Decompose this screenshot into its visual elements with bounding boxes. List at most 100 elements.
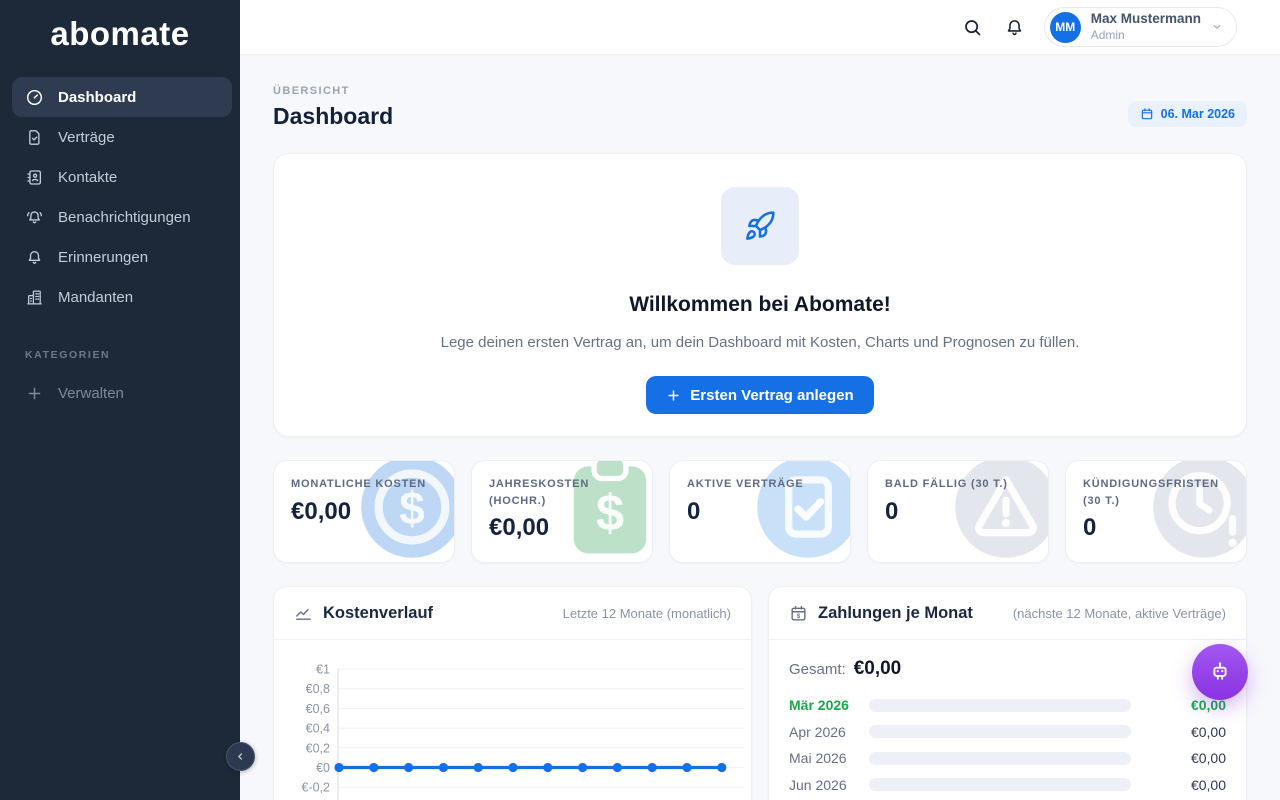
- sidebar-item-dashboard[interactable]: Dashboard: [12, 77, 232, 117]
- sidebar-item-label: Benachrichtigungen: [58, 209, 191, 226]
- payments-subtitle: (nächste 12 Monate, aktive Verträge): [1013, 606, 1226, 621]
- sidebar-item-label: Kontakte: [58, 169, 117, 186]
- notifications-button[interactable]: [994, 6, 1036, 48]
- sidebar-nav: Dashboard Verträge Kontakte Benachrichti…: [0, 77, 240, 317]
- building-icon: [25, 288, 44, 307]
- svg-text:$: $: [797, 613, 801, 619]
- svg-text:€0: €0: [316, 761, 330, 775]
- welcome-title: Willkommen bei Abomate!: [629, 293, 891, 317]
- payment-bar: [869, 699, 1131, 712]
- date-badge: 06. Mar 2026: [1128, 101, 1247, 127]
- sidebar-item-label: Mandanten: [58, 289, 133, 306]
- stat-value: €0,00: [489, 514, 635, 542]
- cost-chart-card: Kostenverlauf Letzte 12 Monate (monatlic…: [273, 586, 752, 800]
- sidebar-collapse-button[interactable]: [226, 742, 255, 771]
- stat-card-5: KÜNDIGUNGSFRISTEN (30 T.) 0: [1065, 460, 1247, 563]
- main-area: MM Max Mustermann Admin ÜBERSICHT Dashbo…: [240, 0, 1280, 800]
- sidebar-item-vertraege[interactable]: Verträge: [12, 117, 232, 157]
- bell-ring-icon: [25, 208, 44, 227]
- payment-bar: [869, 778, 1131, 791]
- stat-value: 0: [1083, 514, 1229, 542]
- contacts-icon: [25, 168, 44, 187]
- payment-month: Mai 2026: [789, 750, 861, 766]
- page-title: Dashboard: [273, 103, 393, 130]
- date-text: 06. Mar 2026: [1161, 107, 1235, 121]
- payments-rows: Mär 2026 €0,00 Apr 2026 €0,00 Mai 2026 €…: [789, 695, 1226, 795]
- stat-value: 0: [885, 498, 1031, 526]
- payment-bar: [869, 752, 1131, 765]
- content: ÜBERSICHT Dashboard 06. Mar 2026 Willkom…: [240, 55, 1280, 800]
- svg-text:€0,2: €0,2: [306, 741, 330, 755]
- payment-value: €0,00: [1191, 750, 1226, 766]
- stat-label: KÜNDIGUNGSFRISTEN (30 T.): [1083, 476, 1229, 509]
- bell-icon: [25, 248, 44, 267]
- search-icon: [962, 17, 983, 38]
- sidebar-item-label: Verwalten: [58, 385, 124, 402]
- svg-text:€0,8: €0,8: [306, 682, 330, 696]
- calendar-icon: [1140, 107, 1154, 121]
- payment-value: €0,00: [1191, 724, 1226, 740]
- sidebar-item-kontakte[interactable]: Kontakte: [12, 157, 232, 197]
- chevron-down-icon: [1211, 21, 1223, 33]
- search-button[interactable]: [952, 6, 994, 48]
- payments-total-label: Gesamt:: [789, 661, 846, 678]
- stat-card-2: $ JAHRESKOSTEN (HOCHR.) €0,00: [471, 460, 653, 563]
- contract-icon: [25, 128, 44, 147]
- plus-icon: [666, 388, 681, 403]
- sidebar-item-mandanten[interactable]: Mandanten: [12, 277, 232, 317]
- robot-icon: [1207, 659, 1233, 685]
- charts-row: Kostenverlauf Letzte 12 Monate (monatlic…: [273, 586, 1247, 800]
- page-eyebrow: ÜBERSICHT: [273, 85, 393, 97]
- bell-icon: [1004, 17, 1025, 38]
- ai-assistant-fab[interactable]: [1192, 644, 1248, 700]
- payments-total-value: €0,00: [854, 658, 902, 680]
- sidebar-item-label: Erinnerungen: [58, 249, 148, 266]
- sidebar-item-benachrichtigungen[interactable]: Benachrichtigungen: [12, 197, 232, 237]
- payments-card: $ Zahlungen je Monat (nächste 12 Monate,…: [768, 586, 1247, 800]
- svg-text:€0,4: €0,4: [306, 722, 330, 736]
- user-menu[interactable]: MM Max Mustermann Admin: [1044, 7, 1237, 47]
- stat-label: AKTIVE VERTRÄGE: [687, 476, 833, 493]
- area-chart-icon: [294, 604, 313, 623]
- app-logo[interactable]: abomate: [0, 15, 240, 53]
- cost-chart-title: Kostenverlauf: [323, 604, 433, 623]
- stat-label: BALD FÄLLIG (30 T.): [885, 476, 1031, 493]
- cost-chart: €1 €0,8 €0,6 €0,4 €0,2 €0 €-0,2: [274, 640, 751, 800]
- svg-text:€-0,2: €-0,2: [302, 781, 331, 795]
- payment-row: Mai 2026 €0,00: [789, 748, 1226, 768]
- sidebar-item-verwalten[interactable]: Verwalten: [12, 373, 232, 413]
- payment-month: Jun 2026: [789, 777, 861, 793]
- payment-row: Jun 2026 €0,00: [789, 775, 1226, 795]
- sidebar: abomate Dashboard Verträge Kontakte Bena…: [0, 0, 240, 800]
- user-role: Admin: [1091, 28, 1201, 43]
- svg-text:€0,6: €0,6: [306, 702, 330, 716]
- chevron-left-icon: [234, 750, 247, 763]
- svg-text:€1: €1: [316, 663, 330, 677]
- payment-bar: [869, 725, 1131, 738]
- welcome-subtitle: Lege deinen ersten Vertrag an, um dein D…: [441, 334, 1080, 351]
- stat-card-3: AKTIVE VERTRÄGE 0: [669, 460, 851, 563]
- stat-value: €0,00: [291, 498, 437, 526]
- rocket-icon: [721, 187, 799, 265]
- stat-card-1: $ MONATLICHE KOSTEN €0,00: [273, 460, 455, 563]
- gauge-icon: [25, 88, 44, 107]
- stats-row: $ MONATLICHE KOSTEN €0,00 $ JAHRESKOSTEN…: [273, 460, 1247, 563]
- payment-value: €0,00: [1191, 777, 1226, 793]
- payment-month: Apr 2026: [789, 724, 861, 740]
- sidebar-item-label: Verträge: [58, 129, 115, 146]
- sidebar-section-label: KATEGORIEN: [25, 349, 240, 361]
- payment-month: Mär 2026: [789, 697, 861, 713]
- cost-chart-subtitle: Letzte 12 Monate (monatlich): [563, 606, 731, 621]
- topbar: MM Max Mustermann Admin: [240, 0, 1280, 55]
- avatar: MM: [1050, 12, 1081, 43]
- calendar-money-icon: $: [789, 604, 808, 623]
- create-first-contract-button[interactable]: Ersten Vertrag anlegen: [646, 376, 873, 414]
- stat-value: 0: [687, 498, 833, 526]
- sidebar-item-label: Dashboard: [58, 89, 136, 106]
- stat-label: MONATLICHE KOSTEN: [291, 476, 437, 493]
- sidebar-item-erinnerungen[interactable]: Erinnerungen: [12, 237, 232, 277]
- welcome-card: Willkommen bei Abomate! Lege deinen erst…: [273, 153, 1247, 437]
- payment-row: Apr 2026 €0,00: [789, 722, 1226, 742]
- plus-icon: [25, 384, 44, 403]
- stat-card-4: BALD FÄLLIG (30 T.) 0: [867, 460, 1049, 563]
